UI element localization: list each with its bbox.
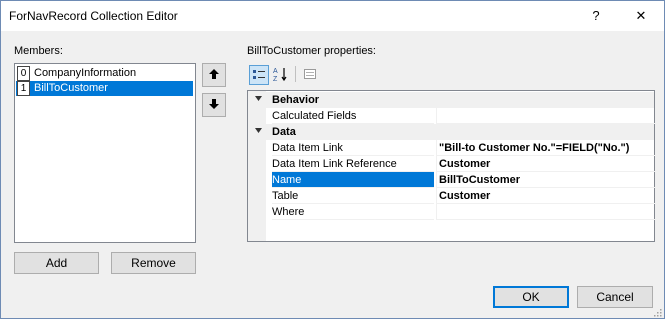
list-item[interactable]: 1 BillToCustomer bbox=[16, 81, 193, 96]
list-item[interactable]: 0 CompanyInformation bbox=[16, 66, 193, 81]
category-name: Behavior bbox=[272, 94, 320, 106]
property-row[interactable]: Data Item Link "Bill-to Customer No."=FI… bbox=[248, 140, 657, 156]
property-value[interactable] bbox=[436, 204, 657, 220]
toolbar-separator bbox=[295, 66, 296, 82]
move-up-button[interactable] bbox=[202, 63, 226, 87]
property-row[interactable]: Name BillToCustomer bbox=[248, 172, 657, 188]
member-index: 0 bbox=[17, 66, 30, 81]
property-value[interactable]: "Bill-to Customer No."=FIELD("No.") bbox=[436, 140, 657, 156]
property-value[interactable]: BillToCustomer bbox=[436, 172, 657, 188]
properties-label: BillToCustomer properties: bbox=[247, 45, 376, 57]
collection-editor-dialog: ForNavRecord Collection Editor ? ✕ Membe… bbox=[0, 0, 665, 319]
property-pages-icon bbox=[304, 69, 316, 79]
property-row[interactable]: Calculated Fields bbox=[248, 108, 657, 124]
member-label: BillToCustomer bbox=[34, 82, 108, 94]
category-name: Data bbox=[272, 126, 296, 138]
close-button[interactable]: ✕ bbox=[621, 1, 661, 31]
members-label: Members: bbox=[14, 45, 63, 57]
window-title: ForNavRecord Collection Editor bbox=[9, 9, 178, 23]
property-value[interactable] bbox=[436, 108, 657, 124]
collapse-icon[interactable] bbox=[254, 124, 263, 140]
add-button[interactable]: Add bbox=[14, 252, 99, 274]
move-down-button[interactable] bbox=[202, 93, 226, 117]
property-value[interactable]: Customer bbox=[436, 188, 657, 204]
property-name: Name bbox=[272, 172, 434, 188]
property-name: Where bbox=[272, 204, 434, 220]
resize-grip-icon bbox=[654, 309, 662, 317]
resize-grip[interactable] bbox=[652, 306, 662, 317]
arrow-up-icon bbox=[209, 69, 219, 79]
ok-button[interactable]: OK bbox=[493, 286, 569, 308]
arrow-down-icon bbox=[209, 99, 219, 109]
property-row[interactable]: Data Item Link Reference Customer bbox=[248, 156, 657, 172]
property-value[interactable]: Customer bbox=[436, 156, 657, 172]
cancel-button[interactable]: Cancel bbox=[577, 286, 653, 308]
alphabetical-button[interactable]: A Z bbox=[271, 65, 289, 83]
title-bar: ForNavRecord Collection Editor ? ✕ bbox=[1, 1, 664, 31]
member-index: 1 bbox=[17, 81, 30, 96]
categorized-button[interactable] bbox=[249, 65, 269, 85]
property-row[interactable]: Table Customer bbox=[248, 188, 657, 204]
property-grid[interactable]: Behavior Calculated Fields Data Data Ite… bbox=[247, 90, 657, 242]
svg-text:A: A bbox=[273, 68, 278, 75]
svg-text:Z: Z bbox=[273, 76, 278, 82]
collapse-icon[interactable] bbox=[254, 92, 263, 108]
property-toolbar: A Z bbox=[247, 63, 327, 85]
category-row[interactable]: Data bbox=[248, 124, 654, 140]
property-row[interactable]: Where bbox=[248, 204, 657, 220]
remove-button[interactable]: Remove bbox=[111, 252, 196, 274]
property-name: Calculated Fields bbox=[272, 108, 434, 124]
help-button[interactable]: ? bbox=[576, 1, 616, 31]
member-label: CompanyInformation bbox=[34, 67, 137, 79]
property-name: Data Item Link bbox=[272, 140, 434, 156]
property-pages-button[interactable] bbox=[301, 65, 319, 83]
members-list[interactable]: 0 CompanyInformation 1 BillToCustomer bbox=[14, 63, 196, 243]
sort-alphabetical-icon: A Z bbox=[273, 68, 287, 83]
property-name: Data Item Link Reference bbox=[272, 156, 434, 172]
property-name: Table bbox=[272, 188, 434, 204]
categorized-icon bbox=[253, 70, 265, 79]
category-row[interactable]: Behavior bbox=[248, 92, 654, 108]
